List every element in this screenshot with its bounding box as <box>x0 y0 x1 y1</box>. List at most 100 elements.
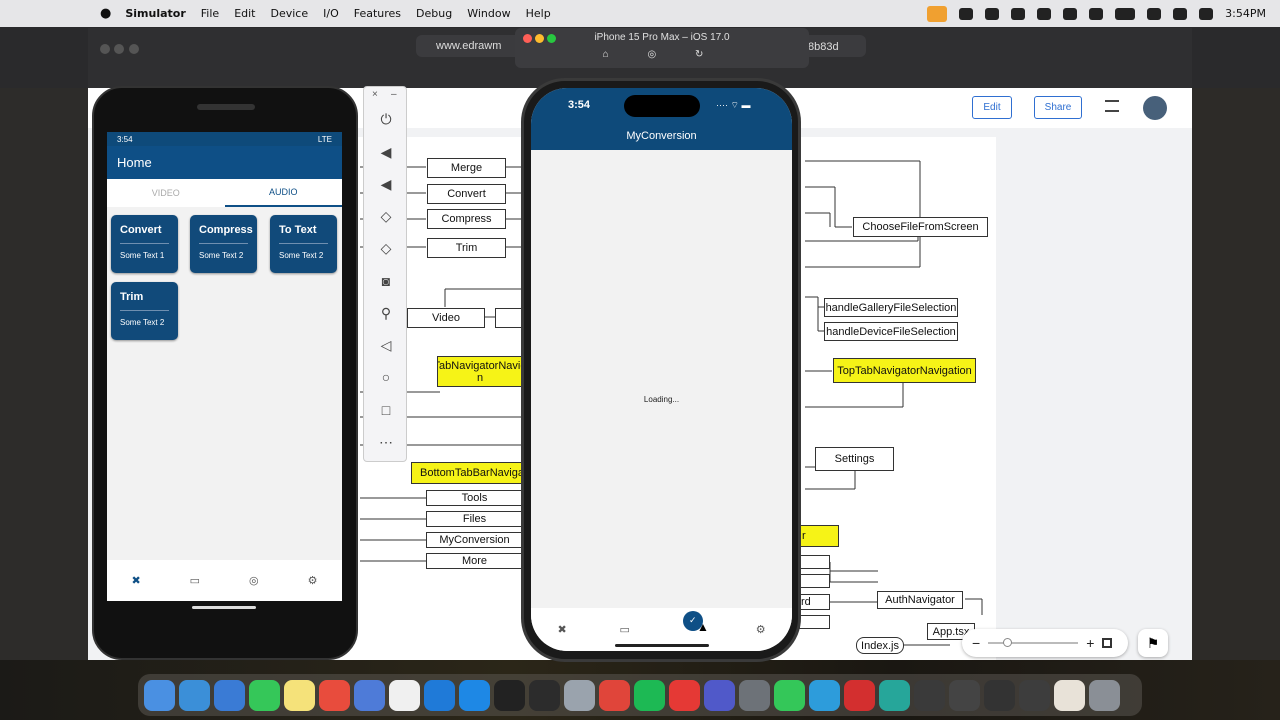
android-home-indicator[interactable] <box>192 606 256 609</box>
node-more[interactable]: More <box>426 553 523 569</box>
node-settings[interactable]: Settings <box>815 447 894 471</box>
card-convert[interactable]: Convert Some Text 1 <box>111 215 178 273</box>
terminal-icon[interactable] <box>494 679 525 711</box>
back-icon[interactable]: ◁ <box>377 337 395 353</box>
fullscreen-icon[interactable] <box>1102 638 1113 648</box>
play-icon[interactable] <box>1089 7 1104 20</box>
control-center-icon[interactable] <box>1199 7 1214 20</box>
wps-icon[interactable] <box>985 7 1000 20</box>
card-trim[interactable]: Trim Some Text 2 <box>111 282 178 340</box>
power-icon[interactable]: ⏻ <box>377 111 395 127</box>
window-traffic-lights[interactable] <box>100 41 139 59</box>
wps-office-icon[interactable] <box>844 679 875 711</box>
console-icon[interactable] <box>529 679 560 711</box>
node-files[interactable]: Files <box>426 511 523 527</box>
settings-icon[interactable]: ⚙ <box>756 623 766 636</box>
node-bottom-tab-navigator[interactable]: BottomTabBarNavigato <box>411 462 523 484</box>
menu-io[interactable]: I/O <box>323 7 339 20</box>
menu-device[interactable]: Device <box>271 7 309 20</box>
window-thumbnail-3[interactable] <box>984 679 1015 711</box>
node-compress[interactable]: Compress <box>427 209 506 229</box>
compass-icon[interactable]: ◎ <box>249 574 259 587</box>
window-thumbnail-1[interactable] <box>914 679 945 711</box>
overview-icon[interactable]: □ <box>377 402 395 418</box>
zoom-in-button[interactable]: + <box>1086 635 1094 651</box>
chrome-icon[interactable] <box>319 679 350 711</box>
camera-icon[interactable]: ◙ <box>377 273 395 289</box>
node-partial-yellow[interactable]: r <box>799 525 839 547</box>
node-partial-1[interactable] <box>799 555 830 569</box>
asana-icon[interactable] <box>599 679 630 711</box>
teams-icon[interactable] <box>704 679 735 711</box>
menu-help[interactable]: Help <box>526 7 551 20</box>
instruments-icon[interactable] <box>389 679 420 711</box>
rotate-right-icon[interactable]: ◇ <box>377 240 395 256</box>
zoom-out-button[interactable]: − <box>972 635 980 651</box>
iphone-home-indicator[interactable] <box>615 644 709 647</box>
avatar[interactable] <box>1143 96 1167 120</box>
anydesk-icon[interactable] <box>669 679 700 711</box>
node-my-conversion[interactable]: MyConversion <box>426 532 523 548</box>
window-thumbnail-2[interactable] <box>949 679 980 711</box>
node-choose-file[interactable]: ChooseFileFromScreen <box>853 217 988 237</box>
folder-icon[interactable]: ▭ <box>190 574 200 587</box>
window-thumbnail-4[interactable] <box>1019 679 1050 711</box>
card-compress[interactable]: Compress Some Text 2 <box>190 215 257 273</box>
vscode-icon[interactable] <box>424 679 455 711</box>
rotate-left-icon[interactable]: ◇ <box>377 208 395 224</box>
menu-window[interactable]: Window <box>467 7 510 20</box>
apple-menu-icon[interactable]: ● <box>100 6 111 21</box>
tab-video[interactable]: VIDEO <box>107 179 225 207</box>
node-trim[interactable]: Trim <box>427 238 506 258</box>
settings-icon[interactable]: ⚙ <box>308 574 318 587</box>
system-settings-icon[interactable] <box>564 679 595 711</box>
app-store-icon[interactable] <box>459 679 490 711</box>
tools-icon[interactable]: ✖ <box>131 574 140 587</box>
signal-icon[interactable] <box>214 679 245 711</box>
close-icon[interactable]: × <box>372 89 378 100</box>
record-icon[interactable] <box>959 7 974 20</box>
safari-icon[interactable] <box>179 679 210 711</box>
node-top-tab-navigator-right[interactable]: TopTabNavigatorNavigation <box>833 358 976 383</box>
node-partial-rd[interactable]: rd <box>799 594 830 610</box>
node-video[interactable]: Video <box>407 308 485 328</box>
xcode-icon[interactable] <box>354 679 385 711</box>
fingerprint-icon[interactable] <box>1063 7 1078 20</box>
volume-up-icon[interactable]: ◀ <box>377 144 395 160</box>
share-button[interactable]: Share <box>1034 96 1082 119</box>
finder-icon[interactable] <box>144 679 175 711</box>
flag-icon[interactable]: ⚑ <box>1138 629 1168 657</box>
messages-icon[interactable] <box>249 679 280 711</box>
minimize-icon[interactable]: – <box>391 89 397 100</box>
menu-app-simulator[interactable]: Simulator <box>125 7 185 20</box>
outline-menu-icon[interactable] <box>1105 100 1119 112</box>
edit-button[interactable]: Edit <box>972 96 1012 119</box>
node-index-js[interactable]: Index.js <box>856 637 904 654</box>
trash-icon[interactable] <box>1089 679 1120 711</box>
node-device-selection[interactable]: handleDeviceFileSelection <box>824 322 958 341</box>
node-partial-3[interactable] <box>799 615 830 629</box>
zoom-slider[interactable] <box>988 638 1079 647</box>
menubar-clock[interactable]: 3:54PM <box>1225 7 1266 20</box>
node-partial-2[interactable] <box>799 574 830 588</box>
node-merge[interactable]: Merge <box>427 158 506 178</box>
home-icon[interactable]: ○ <box>377 369 395 385</box>
simulator-controls[interactable]: ⌂ ◎ ↻ <box>515 49 809 60</box>
menu-features[interactable]: Features <box>354 7 401 20</box>
node-gallery-selection[interactable]: handleGalleryFileSelection <box>824 298 958 317</box>
tab-audio[interactable]: AUDIO <box>224 179 342 207</box>
battery-icon[interactable] <box>1115 7 1136 20</box>
zoom-icon[interactable]: ⚲ <box>377 305 395 321</box>
preview-icon[interactable] <box>809 679 840 711</box>
node-partial[interactable] <box>495 308 523 328</box>
microphone-icon[interactable] <box>927 5 948 22</box>
notes-icon[interactable] <box>284 679 315 711</box>
wifi-icon[interactable] <box>1147 7 1162 20</box>
folder-icon[interactable]: ▭ <box>620 623 630 636</box>
a11y-icon[interactable] <box>1037 7 1052 20</box>
node-auth-navigator[interactable]: AuthNavigator <box>877 591 963 609</box>
node-top-tab-navigator-left[interactable]: TopTabNavigatorNavigatio n <box>437 356 523 387</box>
search-icon[interactable] <box>1173 7 1188 20</box>
spotify-icon[interactable] <box>634 679 665 711</box>
card-to-text[interactable]: To Text Some Text 2 <box>270 215 337 273</box>
